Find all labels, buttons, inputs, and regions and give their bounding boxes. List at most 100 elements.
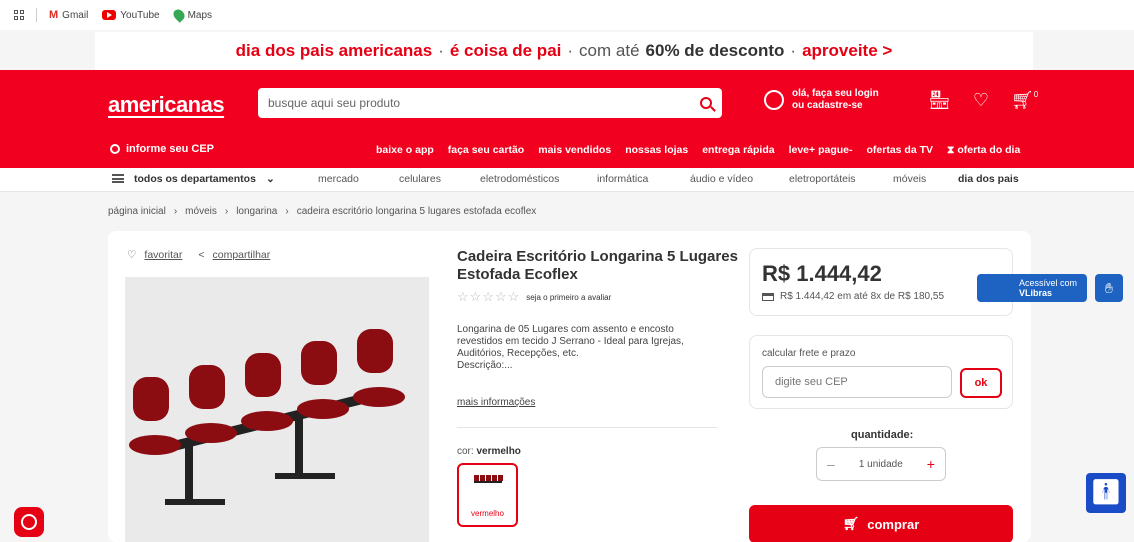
- header-icons: 🏪︎ ♡ 🛒︎0: [928, 90, 1038, 111]
- installments-text: R$ 1.444,42 em até 8x de R$ 180,55: [780, 291, 945, 302]
- store-icon[interactable]: 🏪︎: [928, 90, 951, 111]
- breadcrumb-moveis[interactable]: móveis: [185, 206, 217, 217]
- divider: [457, 427, 717, 428]
- youtube-icon: [102, 10, 117, 20]
- cep-input[interactable]: [762, 366, 952, 398]
- cart-count: 0: [1033, 90, 1039, 99]
- login-line-1: olá, faça seu login: [792, 88, 879, 99]
- swatch-thumbnail-icon: [473, 475, 503, 483]
- promo-separator-2: ·: [567, 41, 574, 60]
- plus-button[interactable]: +: [927, 456, 935, 472]
- search-input[interactable]: busque aqui seu produto: [268, 96, 400, 110]
- link-baixe-app[interactable]: baixe o app: [376, 144, 434, 157]
- login-line-2: ou cadastre-se: [792, 100, 863, 111]
- rating-text: seja o primeiro a avaliar: [526, 292, 612, 302]
- promo-banner[interactable]: dia dos pais americanas · é coisa de pai…: [95, 32, 1033, 70]
- breadcrumb-longarina[interactable]: longarina: [236, 206, 277, 217]
- breadcrumb-current: cadeira escritório longarina 5 lugares e…: [296, 206, 537, 217]
- link-nossas-lojas[interactable]: nossas lojas: [625, 144, 688, 157]
- search-bar[interactable]: busque aqui seu produto: [258, 88, 722, 118]
- product-actions: ♡ favoritar < compartilhar: [127, 249, 270, 261]
- share-link[interactable]: compartilhar: [213, 249, 271, 261]
- bookmarks-bar: M Gmail YouTube Maps: [0, 0, 1134, 30]
- installments: R$ 1.444,42 em até 8x de R$ 180,55: [762, 291, 1000, 302]
- cep-link[interactable]: informe seu CEP: [110, 143, 214, 155]
- heart-outline-icon[interactable]: ♡: [127, 249, 136, 261]
- quantity-value: 1 unidade: [858, 458, 903, 470]
- promo-separator-3: ·: [790, 41, 797, 60]
- promo-text-1: dia dos pais americanas: [235, 41, 433, 60]
- bookmark-maps-label: Maps: [187, 9, 213, 21]
- nav-celulares[interactable]: celulares: [399, 173, 441, 185]
- product-image[interactable]: [125, 277, 429, 542]
- color-value: vermelho: [476, 446, 521, 457]
- gmail-icon: M: [49, 9, 59, 21]
- star-rating-icon: ☆☆☆☆☆: [457, 289, 521, 304]
- product-description: Longarina de 05 Lugares com assento e en…: [457, 324, 684, 371]
- vlibras-widget[interactable]: Acessível com VLibras: [977, 274, 1087, 302]
- shipping-label: calcular frete e prazo: [762, 348, 856, 359]
- bookmark-gmail[interactable]: M Gmail: [49, 9, 88, 21]
- swatch-label: vermelho: [471, 509, 504, 518]
- quantity-stepper: – 1 unidade +: [816, 447, 946, 481]
- color-label-prefix: cor:: [457, 446, 474, 457]
- chevron-down-icon: ⌄: [265, 173, 275, 185]
- promo-cta[interactable]: aproveite >: [802, 41, 892, 61]
- promo-text-2: é coisa de pai: [449, 41, 562, 60]
- all-departments-menu[interactable]: todos os departamentos ⌄: [112, 173, 275, 185]
- nav-mercado[interactable]: mercado: [318, 173, 359, 185]
- credit-card-icon: [762, 292, 774, 301]
- buy-button[interactable]: 🛒︎ comprar: [749, 505, 1013, 542]
- maps-pin-icon: [170, 7, 187, 23]
- search-icon[interactable]: [700, 97, 712, 109]
- all-departments-label: todos os departamentos: [134, 173, 256, 185]
- share-icon[interactable]: <: [198, 249, 204, 261]
- ok-button[interactable]: ok: [960, 368, 1002, 398]
- nav-eletrodomesticos[interactable]: eletrodomésticos: [480, 173, 559, 185]
- nav-moveis[interactable]: móveis: [893, 173, 926, 185]
- breadcrumb-home[interactable]: página inicial: [108, 206, 166, 217]
- shipping-box: calcular frete e prazo ok: [749, 335, 1013, 409]
- quantity-label: quantidade:: [851, 429, 914, 441]
- link-entrega-rapida[interactable]: entrega rápida: [702, 144, 774, 157]
- nav-eletroportateis[interactable]: eletroportáteis: [789, 173, 856, 185]
- vlibras-line-2: VLibras: [1019, 288, 1053, 298]
- buy-label: comprar: [867, 516, 920, 532]
- breadcrumb-chevron-icon: ›: [224, 206, 229, 217]
- cep-label: informe seu CEP: [126, 143, 215, 155]
- bookmarks-divider: [36, 8, 37, 22]
- link-mais-vendidos[interactable]: mais vendidos: [538, 144, 611, 157]
- basket-icon: 🛒︎: [842, 516, 860, 531]
- link-cartao[interactable]: faça seu cartão: [448, 144, 524, 157]
- breadcrumb-chevron-icon: ›: [173, 206, 178, 217]
- color-swatch-vermelho[interactable]: vermelho: [457, 463, 518, 527]
- site-header: americanas busque aqui seu produto olá, …: [0, 70, 1134, 168]
- link-ofertas-tv[interactable]: ofertas da TV: [866, 144, 933, 157]
- cart-icon[interactable]: 🛒︎0: [1011, 90, 1038, 111]
- nav-informatica[interactable]: informática: [597, 173, 648, 185]
- heart-icon[interactable]: ♡: [973, 90, 989, 111]
- nav-audio-video[interactable]: áudio e vídeo: [690, 173, 753, 185]
- cookie-settings-button[interactable]: [14, 507, 44, 537]
- bookmark-gmail-label: Gmail: [62, 9, 89, 21]
- rating[interactable]: ☆☆☆☆☆ seja o primeiro a avaliar: [457, 289, 611, 305]
- login-link[interactable]: olá, faça seu login ou cadastre-se: [764, 88, 879, 112]
- user-icon: [764, 90, 784, 110]
- vlibras-line-1: Acessível com: [1019, 278, 1078, 288]
- link-leve-pague[interactable]: leve+ pague-: [789, 144, 853, 157]
- favorite-link[interactable]: favoritar: [144, 249, 182, 261]
- americanas-logo[interactable]: americanas: [108, 92, 225, 118]
- minus-button[interactable]: –: [827, 456, 835, 472]
- bookmark-maps[interactable]: Maps: [170, 7, 213, 23]
- vlibras-hands-icon[interactable]: ✋︎: [1095, 274, 1123, 302]
- promo-discount: 60% de desconto: [645, 41, 785, 60]
- product-title: Cadeira Escritório Longarina 5 Lugares E…: [457, 248, 738, 283]
- nav-dia-dos-pais[interactable]: dia dos pais: [958, 173, 1019, 185]
- apps-grid-icon[interactable]: [14, 10, 24, 20]
- bookmark-youtube[interactable]: YouTube: [102, 10, 160, 21]
- breadcrumb-chevron-icon: ›: [285, 206, 289, 217]
- more-info-link[interactable]: mais informações: [457, 397, 535, 408]
- accessibility-icon[interactable]: 🚹︎: [1086, 473, 1126, 513]
- price: R$ 1.444,42: [762, 261, 882, 286]
- link-oferta-dia[interactable]: ⧗ oferta do dia: [947, 144, 1020, 157]
